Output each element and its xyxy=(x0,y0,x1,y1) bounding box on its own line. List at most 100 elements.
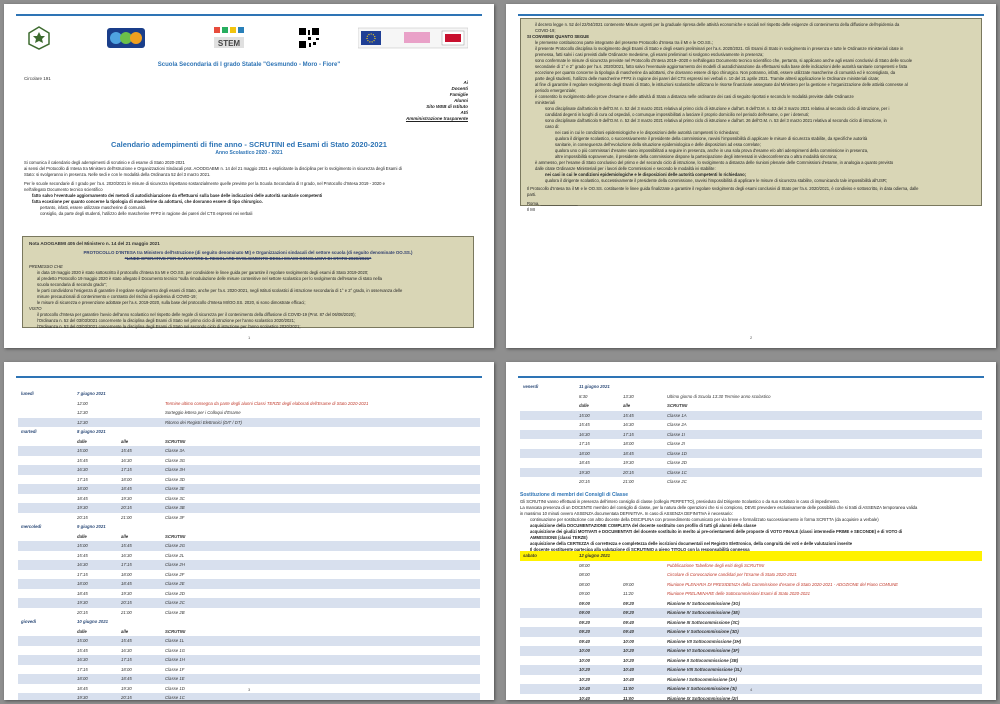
cell-a xyxy=(520,458,576,468)
cell-c xyxy=(118,522,162,532)
cell-d: Classe 3D xyxy=(165,476,185,482)
cell-b: 10:00 xyxy=(576,646,620,656)
cell-c: 19:30 xyxy=(623,460,634,466)
bullet-item: consiglio, da parte degli studenti, l'ut… xyxy=(40,211,253,216)
schedule-table-june-11: venerdì 11 giugno 2021 8:30 13:30 Ultimo gio… xyxy=(520,382,982,487)
schedule-row: 09:20 09:40 Riunione V Sottocommissione (3… xyxy=(520,627,982,637)
cell-a xyxy=(520,580,576,590)
cell-c: alle xyxy=(623,403,631,409)
page-number: 2 xyxy=(750,335,753,340)
cell-d: Riunione PRELIMINARE delle Sottocommissi… xyxy=(667,591,811,597)
cell-a xyxy=(18,589,74,599)
cell-b: 16:30 xyxy=(74,560,118,570)
schedule-row: 15:45 16:30 Classe 2L xyxy=(18,551,480,561)
cell-c: 17:15 xyxy=(620,429,664,439)
cell-b: 19:30 xyxy=(74,693,118,700)
cell-d: Riunione IV Sottocommissione (3G) xyxy=(667,600,741,606)
top-border xyxy=(518,14,984,16)
schedule-row: 15:00 15:45 Classe 3A xyxy=(18,446,480,456)
cell-c: 18:45 xyxy=(118,674,162,684)
cell-a xyxy=(520,561,576,571)
schedule-row: 17:15 18:00 Classe 2F xyxy=(18,570,480,580)
cell-a xyxy=(520,589,576,599)
cell-d: Classe 2E xyxy=(162,579,480,589)
cell-d: Riunione III Sottocommissione (3C) xyxy=(667,619,740,625)
cell-d: Classe 2A xyxy=(667,422,687,428)
cell-c xyxy=(118,417,162,427)
schedule-row: 10:00 10:20 Riunione II Sottocommissione (… xyxy=(520,656,982,666)
day-header-row: martedì 8 giugno 2021 xyxy=(18,427,480,437)
cell-c: 09:20 xyxy=(623,600,634,606)
page-number: 4 xyxy=(750,687,753,692)
cell-b: 09:00 xyxy=(579,591,590,597)
cell-a xyxy=(18,513,74,523)
cell-a xyxy=(520,599,576,609)
cell-b: 17:15 xyxy=(77,666,88,672)
circular-number: Circolare 191 xyxy=(24,76,51,81)
cell-b: 8 giugno 2021 xyxy=(74,427,118,437)
schedule-row: 16:30 17:15 Classe 2H xyxy=(18,560,480,570)
cell-b: 10:40 xyxy=(579,695,590,700)
cell-d: Classe 1E xyxy=(162,674,480,684)
cell-d: Classe 3F xyxy=(165,514,185,520)
cell-d: Riunione V Sottocommissione (3D) xyxy=(664,627,982,637)
cell-b: dalle xyxy=(579,403,589,409)
cell-a xyxy=(18,627,74,637)
cell-b: dalle xyxy=(77,628,87,634)
day-header-row: lunedì 7 giugno 2021 xyxy=(18,389,480,399)
schedule-row: 18:45 19:30 Classe 2D xyxy=(18,589,480,599)
cell-c: 16:30 xyxy=(623,422,634,428)
cell-d: SCRUTINI xyxy=(667,403,688,409)
cell-d: Termine ultimo consegna da parte degli a… xyxy=(165,400,369,406)
cell-b: 19:30 xyxy=(74,503,118,513)
cell-a xyxy=(18,636,74,646)
cell-d: Classe 3B xyxy=(162,503,480,513)
cell-d: Classe 1D xyxy=(165,685,185,691)
schedule-row: 12:30 Sorteggio lettera per i Colloqui d'… xyxy=(18,408,480,418)
cell-d: Riunione VI Sottocommissione (3F) xyxy=(664,646,982,656)
schedule-row: 09:20 09:40 Riunione III Sottocommissione … xyxy=(520,618,982,628)
document-title: Calendario adempimenti di fine anno - SC… xyxy=(111,140,387,149)
schedule-row: 20:15 21:00 Classe 3F xyxy=(18,513,480,523)
cell-d: Classe 2G xyxy=(162,541,480,551)
cell-d xyxy=(162,522,480,532)
cell-c: 21:00 xyxy=(623,479,634,485)
cell-b: 10:20 xyxy=(579,676,590,682)
schedule-row: 09:00 09:20 Riunione IV Sottocommissione (… xyxy=(520,599,982,609)
cell-b: 15:00 xyxy=(74,541,118,551)
cell-a xyxy=(520,477,576,487)
cell-d: Classe 3E xyxy=(162,484,480,494)
cell-c: 21:00 xyxy=(121,514,132,520)
page-number: 3 xyxy=(248,687,251,692)
schedule-row: 17:15 18:00 Classe 2I xyxy=(520,439,982,449)
schedule-row: 15:45 16:30 Classe 1G xyxy=(18,646,480,656)
cell-c xyxy=(118,399,162,409)
cell-a xyxy=(18,484,74,494)
schedule-row: 09:40 10:00 Riunione VII Sottocommissione … xyxy=(520,637,982,647)
schedule-row: 15:00 15:45 Classe 2G xyxy=(18,541,480,551)
cell-d: Classe 3A xyxy=(162,446,480,456)
cell-d xyxy=(664,551,982,561)
cell-b: 10:00 xyxy=(579,657,590,663)
cell-c: 16:30 xyxy=(121,457,132,463)
schedule-row: 18:45 19:30 Classe 3C xyxy=(18,494,480,504)
cell-c: alle xyxy=(121,628,129,634)
cell-b: 12 giugno 2021 xyxy=(576,551,620,561)
cell-c: 10:40 xyxy=(620,665,664,675)
cell-b: 18:45 xyxy=(77,590,88,596)
cell-a: venerdì xyxy=(520,382,576,392)
schedule-row: 10:40 11:00 Riunione IX Sottocommissione (… xyxy=(520,694,982,700)
schedule-row: 18:45 19:30 Classe 2D xyxy=(520,458,982,468)
schedule-row: 19:30 20:15 Classe 1C xyxy=(18,693,480,700)
day-header-row: venerdì 11 giugno 2021 xyxy=(520,382,982,392)
cell-c: 09:00 xyxy=(623,581,634,587)
box-line: Il MI xyxy=(527,207,535,212)
cell-c: 09:20 xyxy=(620,608,664,618)
cell-c xyxy=(118,617,162,627)
schedule-row: 15:45 16:30 Classe 2A xyxy=(520,420,982,430)
cell-a xyxy=(520,420,576,430)
cell-a xyxy=(18,503,74,513)
schedule-row: 18:00 18:45 Classe 1D xyxy=(520,448,982,458)
cell-d: Classe 2C xyxy=(667,479,687,485)
cell-b: 15:45 xyxy=(77,457,88,463)
